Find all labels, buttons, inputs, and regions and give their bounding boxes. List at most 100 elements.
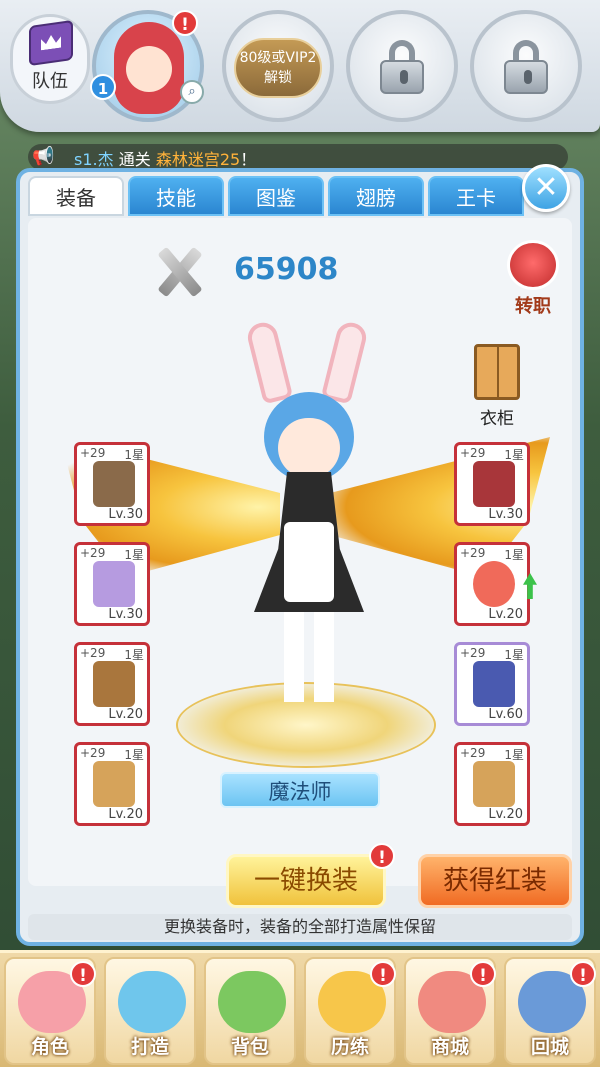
nav-role[interactable]: 角色 ! xyxy=(4,957,96,1065)
megaphone-icon: 📢 xyxy=(32,146,55,167)
winged-demon-icon xyxy=(496,240,576,290)
character-apron xyxy=(284,522,334,602)
nav-alert-badge: ! xyxy=(70,961,96,987)
staff-icon xyxy=(93,461,135,507)
nav-bag[interactable]: 背包 xyxy=(204,957,296,1065)
enhance-level: +29 xyxy=(80,646,106,660)
wardrobe-icon xyxy=(474,344,520,400)
enhance-level: +29 xyxy=(80,546,106,560)
item-level: Lv.60 xyxy=(488,707,523,722)
enhance-level: +29 xyxy=(460,446,486,460)
nav-label: 角色 xyxy=(30,1036,69,1058)
enhance-level: +29 xyxy=(80,446,106,460)
nav-label: 回城 xyxy=(530,1036,569,1058)
tab-codex[interactable]: 图鉴 xyxy=(228,176,324,216)
spellbook-icon xyxy=(473,461,515,507)
one-key-equip-label: 一键换装 xyxy=(253,866,358,896)
item-level: Lv.30 xyxy=(108,607,143,622)
nav-return-city[interactable]: 回城 ! xyxy=(504,957,596,1065)
enhance-level: +29 xyxy=(460,646,486,660)
class-name-badge: 魔法师 xyxy=(220,772,380,808)
bunny-ear-right xyxy=(320,319,370,405)
wardrobe-label: 衣柜 xyxy=(480,409,514,429)
lock-icon xyxy=(380,40,424,94)
equip-hint-text: 更换装备时，装备的全部打造属性保留 xyxy=(28,914,572,940)
announcement-text: s1.杰 通关 森林迷宫25！ xyxy=(74,146,256,170)
tab-skills[interactable]: 技能 xyxy=(128,176,224,216)
equip-slot-armor[interactable]: +29 1星 Lv.30 xyxy=(74,542,150,626)
item-level: Lv.30 xyxy=(488,507,523,522)
ring-icon xyxy=(473,561,515,607)
panel-tabs: 装备 技能 图鉴 翅膀 王卡 xyxy=(28,176,524,216)
enhance-level: +29 xyxy=(460,746,486,760)
party-slot-locked-1[interactable] xyxy=(346,10,458,122)
equip-slot-offhand[interactable]: +29 1星 Lv.30 xyxy=(454,442,530,526)
nav-label: 打造 xyxy=(130,1036,169,1058)
player-name: 杰 xyxy=(97,150,114,169)
equip-slot-boots[interactable]: +29 1星 Lv.60 xyxy=(454,642,530,726)
team-label: 队伍 xyxy=(32,71,68,92)
item-level: Lv.30 xyxy=(108,507,143,522)
close-button[interactable]: ✕ xyxy=(522,164,570,212)
item-level: Lv.20 xyxy=(108,807,143,822)
nav-alert-badge: ! xyxy=(370,961,396,987)
item-level: Lv.20 xyxy=(488,807,523,822)
unlock-word: 解锁 xyxy=(264,70,292,86)
party-slot-locked-2[interactable] xyxy=(470,10,582,122)
lock-icon xyxy=(504,40,548,94)
bag-icon xyxy=(218,971,286,1033)
nav-alert-badge: ! xyxy=(470,961,496,987)
equip-slot-weapon[interactable]: +29 1星 Lv.30 xyxy=(74,442,150,526)
magnifier-icon[interactable]: ⌕ xyxy=(180,80,204,104)
tab-king-card[interactable]: 王卡 xyxy=(428,176,524,216)
hero-level-badge: 1 xyxy=(90,74,116,100)
robe-icon xyxy=(93,561,135,607)
nav-label: 背包 xyxy=(230,1036,269,1058)
enhance-level: +29 xyxy=(460,546,486,560)
job-change-button[interactable]: 转职 xyxy=(496,240,576,318)
forge-icon xyxy=(118,971,186,1033)
bunny-ear-left xyxy=(244,319,294,405)
character-legs xyxy=(284,612,334,702)
cape-icon xyxy=(93,661,135,707)
bottom-nav: 角色 ! 打造 背包 历练 ! 商城 ! 回城 ! xyxy=(0,950,600,1067)
tab-wings[interactable]: 翅膀 xyxy=(328,176,424,216)
announcement-place: 森林迷宫25 xyxy=(155,150,241,169)
player-prefix: s1. xyxy=(74,150,98,169)
crossed-swords-icon xyxy=(150,244,210,300)
nav-training[interactable]: 历练 ! xyxy=(304,957,396,1065)
party-slot-locked-vip[interactable]: 80级或VIP2 解锁 xyxy=(222,10,334,122)
equip-slot-cape[interactable]: +29 1星 Lv.20 xyxy=(74,642,150,726)
equip-slot-accessory[interactable]: +29 1星 Lv.20 xyxy=(454,542,537,626)
hero-portrait-slot[interactable]: 1 ⌕ ! xyxy=(90,10,204,122)
boots-icon xyxy=(473,661,515,707)
combat-power-value: 65908 xyxy=(234,252,339,287)
hero-portrait-icon xyxy=(114,22,184,114)
equip-slot-gloves-right[interactable]: +29 1星 Lv.20 xyxy=(454,742,530,826)
one-key-equip-button[interactable]: 一键换装 ! xyxy=(226,843,395,908)
nav-label: 商城 xyxy=(430,1036,469,1058)
glove-icon xyxy=(473,761,515,807)
item-level: Lv.20 xyxy=(488,607,523,622)
get-red-gear-button[interactable]: 获得红装 xyxy=(418,854,572,908)
wardrobe-button[interactable]: 衣柜 xyxy=(466,344,528,429)
team-button[interactable]: 队伍 xyxy=(10,14,90,104)
flag-icon xyxy=(29,19,73,67)
announcement-suffix: ！ xyxy=(240,150,257,169)
unlock-condition: 80级或VIP2 解锁 xyxy=(226,48,330,88)
hero-alert-badge: ! xyxy=(172,10,198,36)
equip-slot-gloves-left[interactable]: +29 1星 Lv.20 xyxy=(74,742,150,826)
nav-shop[interactable]: 商城 ! xyxy=(404,957,496,1065)
nav-forge[interactable]: 打造 xyxy=(104,957,196,1065)
announcement-bar: 📢 s1.杰 通关 森林迷宫25！ xyxy=(28,144,568,170)
nav-alert-badge: ! xyxy=(570,961,596,987)
glove-icon xyxy=(93,761,135,807)
item-level: Lv.20 xyxy=(108,707,143,722)
character-panel: 装备 技能 图鉴 翅膀 王卡 ✕ 65908 转职 衣柜 魔法师 +29 1星 … xyxy=(16,164,584,946)
announcement-action: 通关 xyxy=(113,150,156,169)
character-face xyxy=(278,418,340,478)
party-bar: 队伍 1 ⌕ ! 80级或VIP2 解锁 xyxy=(0,0,600,132)
nav-label: 历练 xyxy=(330,1036,369,1058)
tab-equipment[interactable]: 装备 xyxy=(28,176,124,216)
character-model[interactable] xyxy=(234,319,384,712)
